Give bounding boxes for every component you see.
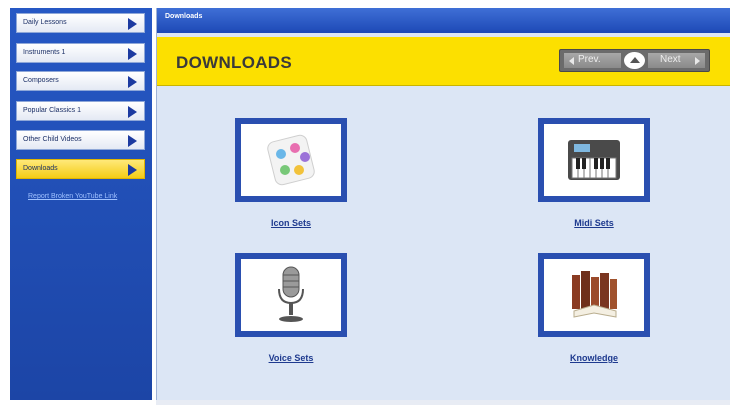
sidebar-item-daily-lessons[interactable]: Daily Lessons xyxy=(16,13,145,33)
play-arrow-icon xyxy=(128,48,137,60)
sidebar-item-other-child-videos[interactable]: Other Child Videos xyxy=(16,130,145,150)
page-header: DOWNLOADS Prev. Next xyxy=(157,37,730,86)
piano-keyboard-icon xyxy=(568,140,620,180)
download-label-icon-sets[interactable]: Icon Sets xyxy=(235,218,347,228)
window-titlebar: Downloads xyxy=(157,8,730,33)
download-tile-knowledge[interactable] xyxy=(538,253,650,337)
play-arrow-icon xyxy=(128,18,137,30)
play-arrow-icon xyxy=(128,135,137,147)
play-arrow-icon xyxy=(128,106,137,118)
next-button[interactable]: Next xyxy=(648,53,705,68)
report-broken-link[interactable]: Report Broken YouTube Link xyxy=(28,193,117,200)
sidebar-item-label: Downloads xyxy=(23,165,58,172)
sidebar-item-composers[interactable]: Composers xyxy=(16,71,145,91)
icon-palette-icon xyxy=(267,134,315,186)
download-label-knowledge[interactable]: Knowledge xyxy=(538,353,650,363)
books-icon xyxy=(572,271,617,318)
play-arrow-icon xyxy=(128,164,137,176)
prev-label: Prev. xyxy=(578,54,601,65)
microphone-icon xyxy=(278,266,304,322)
sidebar: Daily Lessons Instruments 1 Composers Po… xyxy=(10,8,152,400)
download-tile-icon-sets[interactable] xyxy=(235,118,347,202)
play-arrow-icon xyxy=(128,76,137,88)
sidebar-item-label: Instruments 1 xyxy=(23,49,66,56)
download-label-midi-sets[interactable]: Midi Sets xyxy=(538,218,650,228)
sidebar-item-label: Composers xyxy=(23,77,59,84)
sidebar-item-instruments[interactable]: Instruments 1 xyxy=(16,43,145,63)
up-button[interactable] xyxy=(624,52,645,69)
main-panel: Downloads DOWNLOADS Prev. Next Icon Sets… xyxy=(156,8,730,400)
footer-shadow xyxy=(156,400,730,405)
download-label-voice-sets[interactable]: Voice Sets xyxy=(235,353,347,363)
sidebar-item-downloads[interactable]: Downloads xyxy=(16,159,145,179)
chevron-left-icon xyxy=(569,57,574,65)
sidebar-item-label: Popular Classics 1 xyxy=(23,107,81,114)
prev-button[interactable]: Prev. xyxy=(564,53,621,68)
sidebar-item-label: Other Child Videos xyxy=(23,136,82,143)
sidebar-item-popular-classics[interactable]: Popular Classics 1 xyxy=(16,101,145,121)
window-title: Downloads xyxy=(165,13,203,20)
sidebar-item-label: Daily Lessons xyxy=(23,19,67,26)
download-tile-midi-sets[interactable] xyxy=(538,118,650,202)
download-tile-voice-sets[interactable] xyxy=(235,253,347,337)
pager-control: Prev. Next xyxy=(559,49,710,72)
chevron-right-icon xyxy=(695,57,700,65)
page-title: DOWNLOADS xyxy=(176,53,293,72)
chevron-up-icon xyxy=(630,57,640,63)
next-label: Next xyxy=(660,54,681,65)
